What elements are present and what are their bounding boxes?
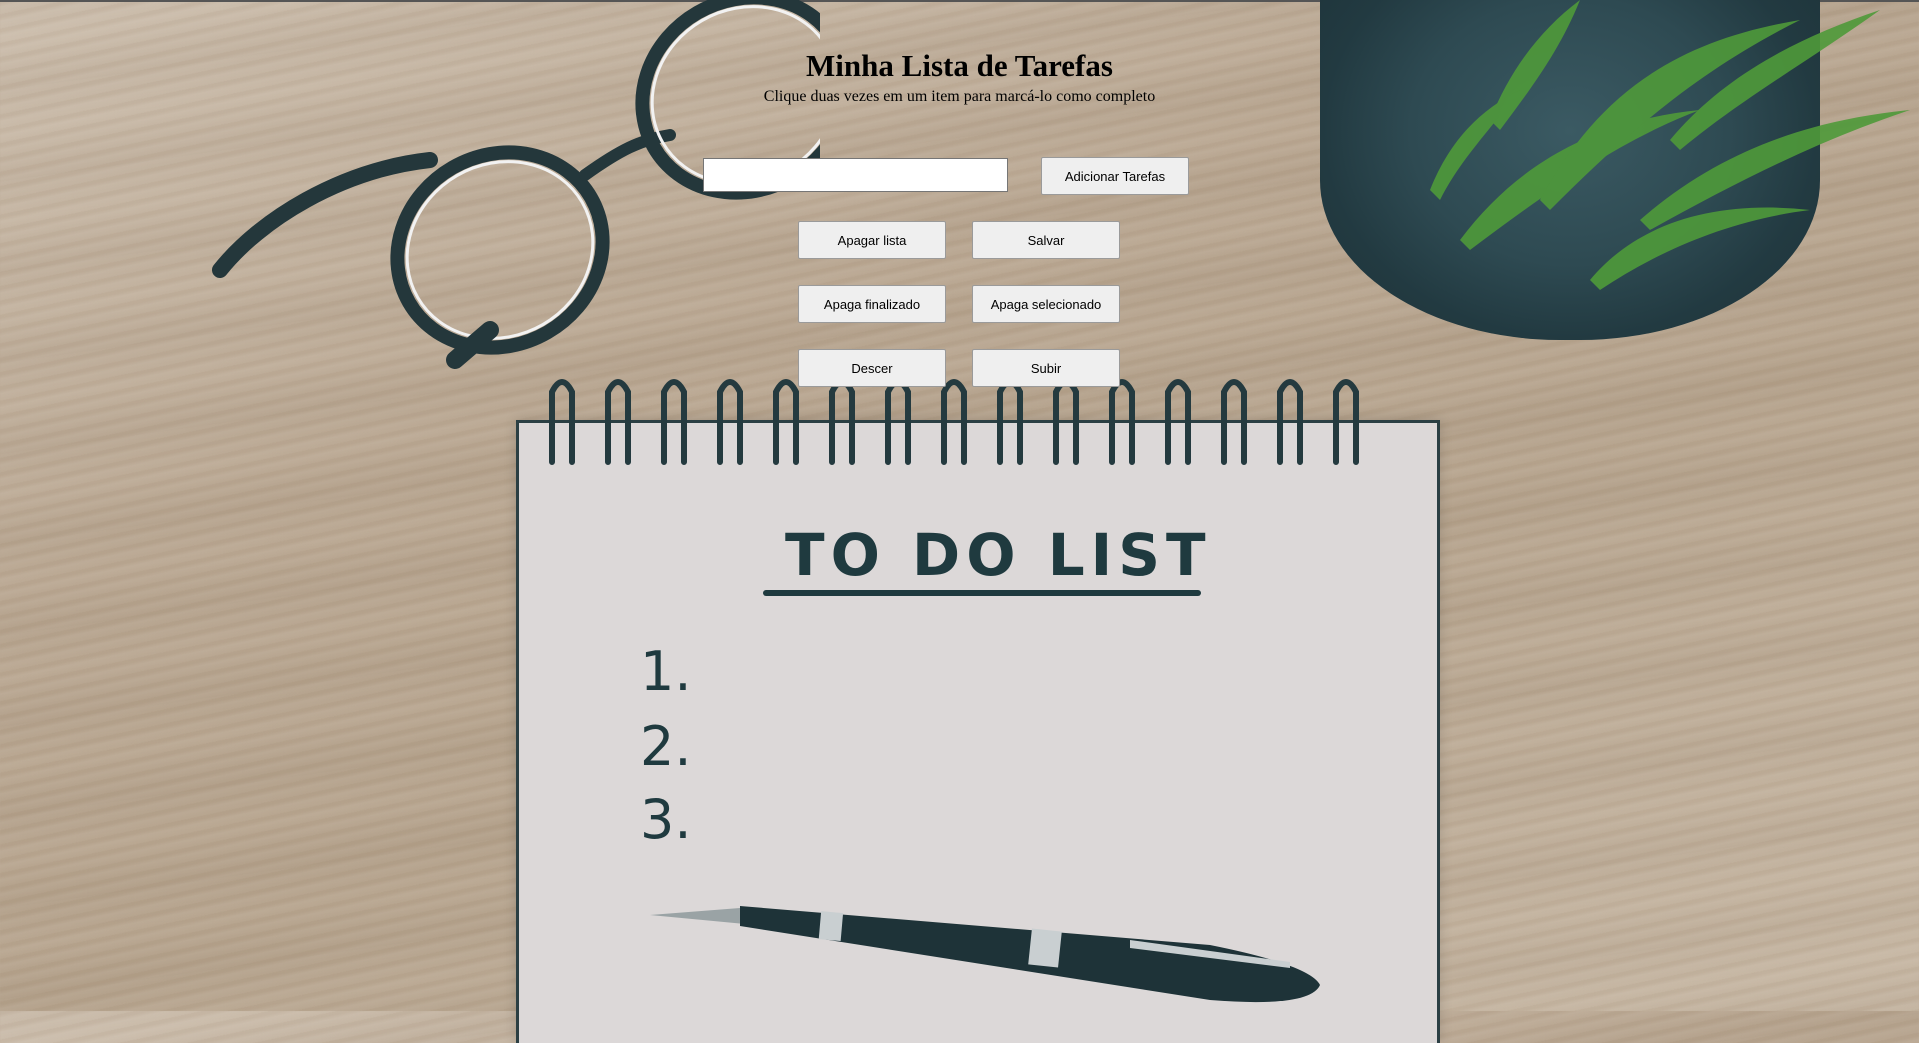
notebook-number-2: 2. xyxy=(640,715,692,778)
add-task-button[interactable]: Adicionar Tarefas xyxy=(1041,157,1189,195)
page-title: Minha Lista de Tarefas xyxy=(806,48,1113,83)
notebook-spiral-rings xyxy=(549,379,1359,465)
remove-selected-button[interactable]: Apaga selecionado xyxy=(972,285,1120,323)
move-up-button[interactable]: Subir xyxy=(972,349,1120,387)
notebook-heading-text: TO DO LIST xyxy=(785,521,1212,589)
save-button[interactable]: Salvar xyxy=(972,221,1120,259)
remove-completed-button[interactable]: Apaga finalizado xyxy=(798,285,946,323)
page-subtitle: Clique duas vezes em um item para marcá-… xyxy=(763,88,1156,105)
notebook-number-3: 3. xyxy=(640,788,692,851)
notebook-number-1: 1. xyxy=(640,640,692,703)
task-input[interactable] xyxy=(703,158,1008,192)
pen-image xyxy=(650,906,1320,1003)
plant-leaves-image xyxy=(1430,0,1910,290)
todo-list-drawing: TO DO LIST 1. 2. 3. xyxy=(640,521,1212,851)
move-down-button[interactable]: Descer xyxy=(798,349,946,387)
clear-list-button[interactable]: Apagar lista xyxy=(798,221,946,259)
